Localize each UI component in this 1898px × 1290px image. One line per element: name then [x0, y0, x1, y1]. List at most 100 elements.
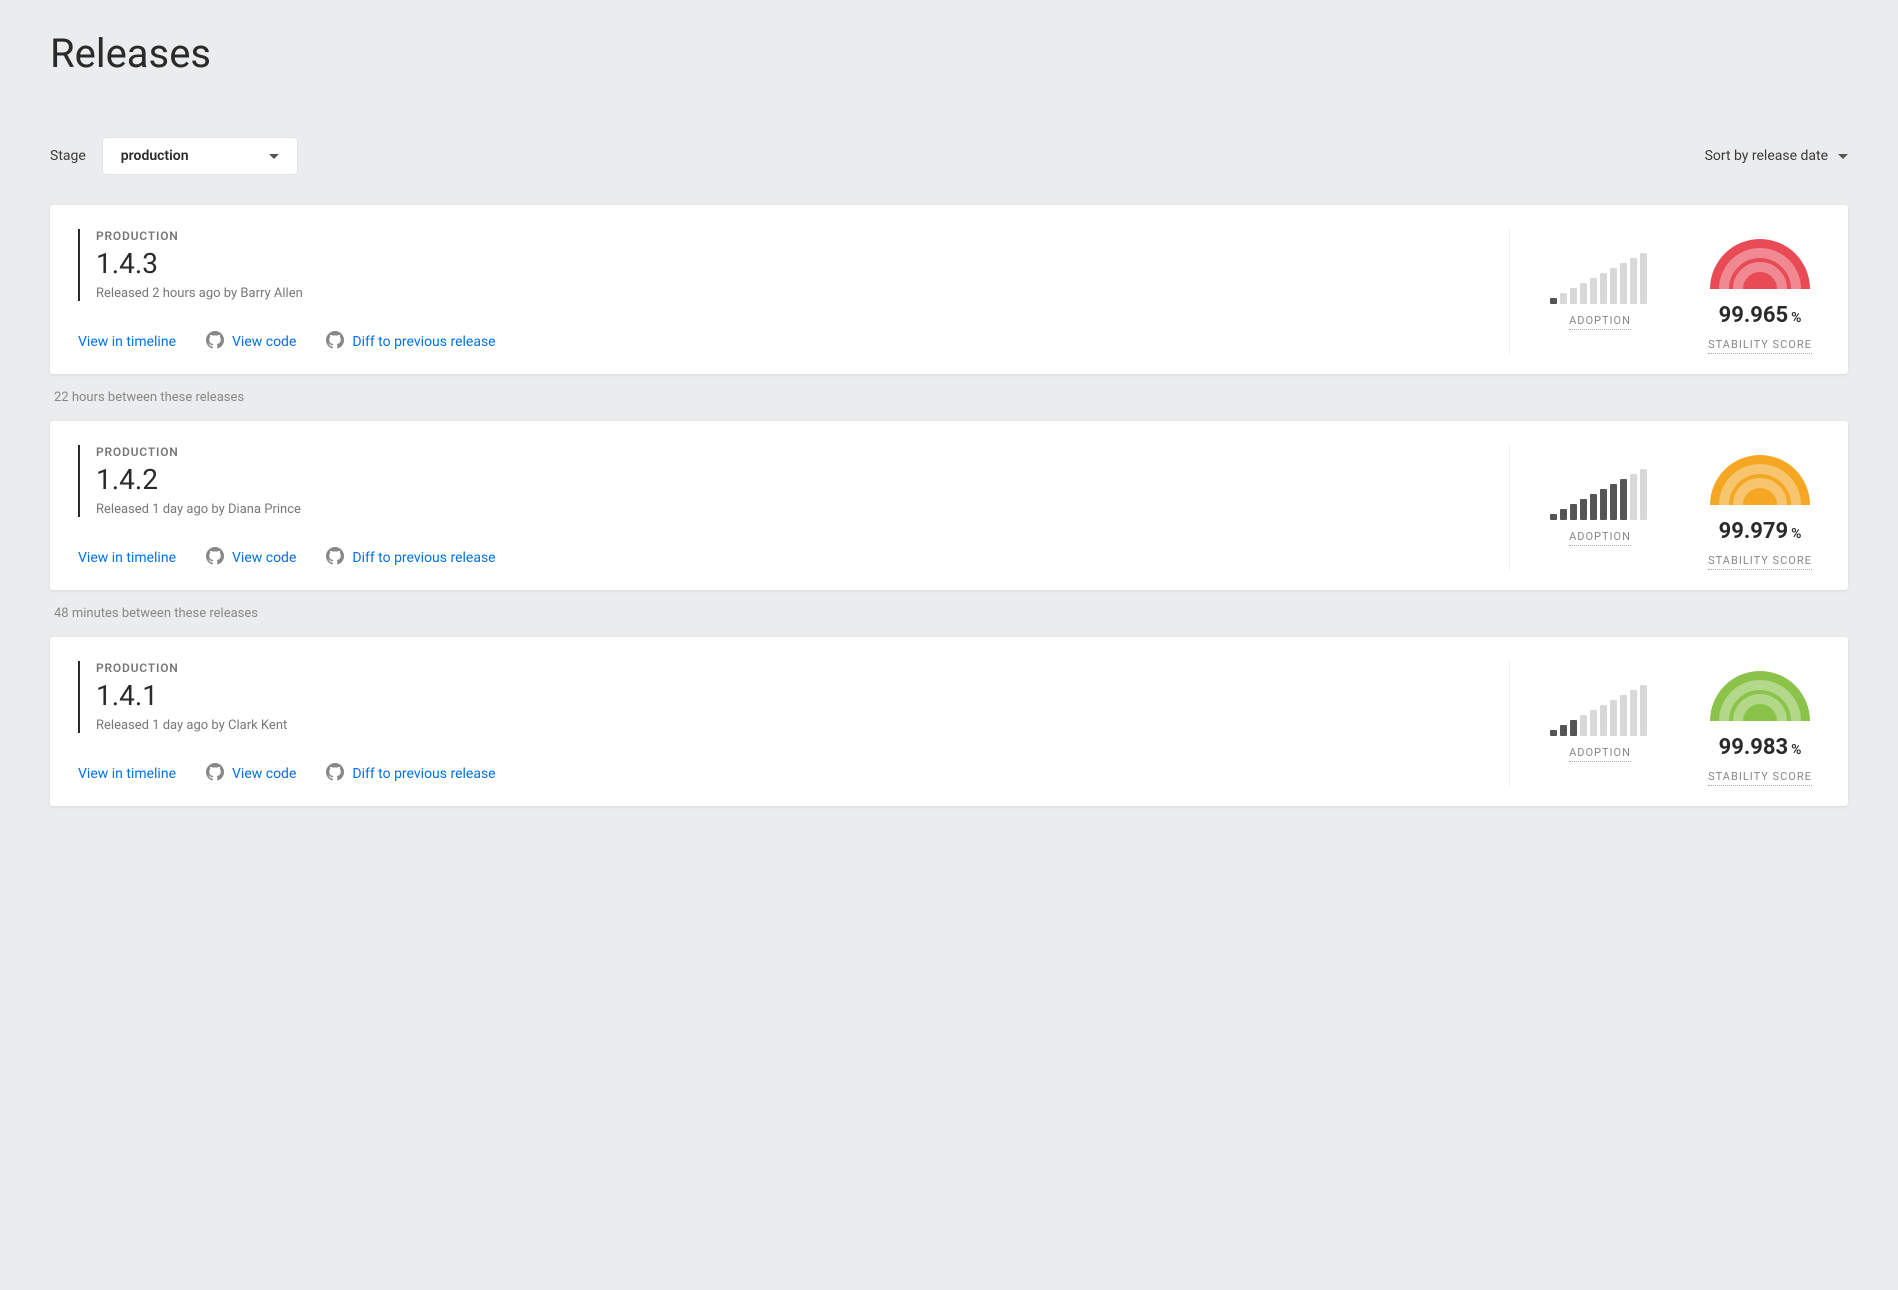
percent-symbol: %: [1791, 742, 1801, 758]
view-timeline-link[interactable]: View in timeline: [78, 766, 176, 782]
adoption-bar: [1610, 268, 1617, 304]
stage-filter-group: Stage production: [50, 137, 298, 175]
page-title: Releases: [50, 30, 1848, 77]
sort-selector[interactable]: Sort by release date: [1705, 148, 1848, 164]
adoption-chart: [1550, 470, 1650, 520]
controls-row: Stage production Sort by release date: [50, 137, 1848, 175]
stability-gauge: [1700, 661, 1820, 725]
diff-link[interactable]: Diff to previous release: [326, 547, 495, 569]
adoption-bar: [1570, 288, 1577, 304]
adoption-chart: [1550, 686, 1650, 736]
stage-selector-value: production: [121, 148, 189, 164]
stability-value: 99.983%: [1719, 735, 1802, 760]
release-links: View in timeline View code Diff to previou…: [78, 763, 1473, 785]
adoption-label: ADOPTION: [1569, 530, 1631, 546]
release-meta: Released 2 hours ago by Barry Allen: [96, 286, 1473, 301]
diff-link[interactable]: Diff to previous release: [326, 763, 495, 785]
github-icon: [206, 547, 224, 569]
adoption-bar: [1600, 489, 1607, 520]
adoption-bar: [1620, 479, 1627, 520]
adoption-bar: [1550, 730, 1557, 736]
github-icon: [326, 331, 344, 353]
adoption-bar: [1630, 258, 1637, 304]
release-version: 1.4.1: [96, 679, 1473, 712]
stability-metric: 99.965% STABILITY SCORE: [1700, 229, 1820, 354]
github-icon: [326, 763, 344, 785]
stability-metric: 99.983% STABILITY SCORE: [1700, 661, 1820, 786]
adoption-bar: [1620, 695, 1627, 736]
release-links: View in timeline View code Diff to previou…: [78, 331, 1473, 353]
github-icon: [326, 547, 344, 569]
adoption-bar: [1640, 469, 1647, 520]
adoption-bar: [1590, 710, 1597, 736]
stability-value: 99.979%: [1719, 519, 1802, 544]
stability-gauge: [1700, 229, 1820, 293]
adoption-metric: ADOPTION: [1550, 470, 1650, 546]
stage-label: Stage: [50, 148, 86, 164]
adoption-bar: [1570, 720, 1577, 736]
adoption-bar: [1610, 700, 1617, 736]
adoption-bar: [1600, 273, 1607, 304]
release-meta: Released 1 day ago by Clark Kent: [96, 718, 1473, 733]
adoption-label: ADOPTION: [1569, 746, 1631, 762]
adoption-bar: [1560, 293, 1567, 304]
release-links: View in timeline View code Diff to previou…: [78, 547, 1473, 569]
releases-list: PRODUCTION 1.4.3 Released 2 hours ago by B…: [50, 205, 1848, 806]
stability-label: STABILITY SCORE: [1708, 770, 1812, 786]
adoption-bar: [1550, 514, 1557, 520]
release-metrics: ADOPTION 99.983% STABILITY SCORE: [1509, 661, 1820, 786]
release-info: PRODUCTION 1.4.3 Released 2 hours ago by B…: [78, 229, 1473, 354]
adoption-bar: [1630, 474, 1637, 520]
release-card: PRODUCTION 1.4.2 Released 1 day ago by Dia…: [50, 421, 1848, 590]
stability-label: STABILITY SCORE: [1708, 338, 1812, 354]
diff-link[interactable]: Diff to previous release: [326, 331, 495, 353]
release-info: PRODUCTION1.4.1Released 1 day ago by Cla…: [78, 661, 1473, 786]
view-code-link[interactable]: View code: [206, 331, 296, 353]
release-gap-label: 48 minutes between these releases: [50, 590, 1848, 637]
adoption-bar: [1560, 725, 1567, 736]
release-meta: Released 1 day ago by Diana Prince: [96, 502, 1473, 517]
release-version: 1.4.3: [96, 247, 1473, 280]
adoption-bar: [1570, 504, 1577, 520]
stability-label: STABILITY SCORE: [1708, 554, 1812, 570]
release-metrics: ADOPTION 99.965% STABILITY SCORE: [1509, 229, 1820, 354]
adoption-bar: [1600, 705, 1607, 736]
chevron-down-icon: [1838, 154, 1848, 159]
adoption-bar: [1590, 278, 1597, 304]
adoption-bar: [1580, 283, 1587, 304]
adoption-bar: [1640, 685, 1647, 736]
adoption-bar: [1560, 509, 1567, 520]
stability-metric: 99.979% STABILITY SCORE: [1700, 445, 1820, 570]
release-stage-tag: PRODUCTION: [96, 229, 1473, 243]
stage-selector[interactable]: production: [102, 137, 298, 175]
view-code-link[interactable]: View code: [206, 763, 296, 785]
adoption-label: ADOPTION: [1569, 314, 1631, 330]
sort-label: Sort by release date: [1705, 148, 1828, 164]
release-card: PRODUCTION1.4.1Released 1 day ago by Cla…: [50, 637, 1848, 806]
view-timeline-link[interactable]: View in timeline: [78, 334, 176, 350]
adoption-metric: ADOPTION: [1550, 254, 1650, 330]
adoption-chart: [1550, 254, 1650, 304]
github-icon: [206, 331, 224, 353]
stability-gauge: [1700, 445, 1820, 509]
release-header: PRODUCTION1.4.1Released 1 day ago by Cla…: [78, 661, 1473, 733]
release-metrics: ADOPTION 99.979% STABILITY SCORE: [1509, 445, 1820, 570]
release-header: PRODUCTION 1.4.2 Released 1 day ago by Dia…: [78, 445, 1473, 517]
adoption-bar: [1550, 298, 1557, 304]
release-stage-tag: PRODUCTION: [96, 445, 1473, 459]
percent-symbol: %: [1791, 526, 1801, 542]
adoption-bar: [1620, 263, 1627, 304]
release-version: 1.4.2: [96, 463, 1473, 496]
chevron-down-icon: [269, 154, 279, 159]
view-code-link[interactable]: View code: [206, 547, 296, 569]
release-info: PRODUCTION 1.4.2 Released 1 day ago by Dia…: [78, 445, 1473, 570]
adoption-bar: [1580, 499, 1587, 520]
view-timeline-link[interactable]: View in timeline: [78, 550, 176, 566]
adoption-bar: [1580, 715, 1587, 736]
stability-value: 99.965%: [1719, 303, 1802, 328]
adoption-bar: [1610, 484, 1617, 520]
release-card: PRODUCTION 1.4.3 Released 2 hours ago by B…: [50, 205, 1848, 374]
adoption-metric: ADOPTION: [1550, 686, 1650, 762]
adoption-bar: [1630, 690, 1637, 736]
release-gap-label: 22 hours between these releases: [50, 374, 1848, 421]
